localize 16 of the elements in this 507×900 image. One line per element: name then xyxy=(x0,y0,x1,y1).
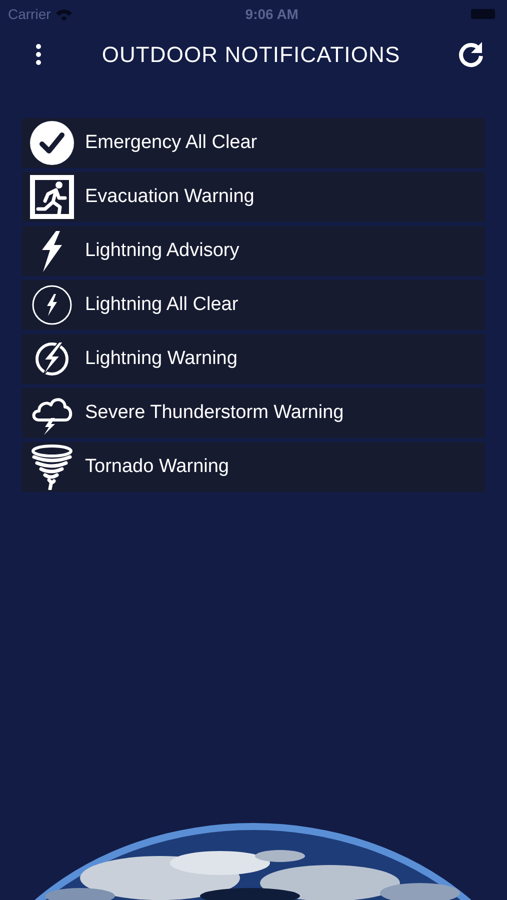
notification-item[interactable]: Lightning Advisory xyxy=(22,226,485,276)
status-time: 9:06 AM xyxy=(245,4,298,24)
wifi-icon xyxy=(54,8,73,20)
notification-item[interactable]: Lightning All Clear xyxy=(22,280,485,330)
refresh-icon[interactable] xyxy=(456,40,485,68)
battery-icon xyxy=(470,9,495,19)
notification-item[interactable]: Evacuation Warning xyxy=(22,172,485,222)
running-person-icon xyxy=(29,174,75,220)
notification-item[interactable]: Severe Thunderstorm Warning xyxy=(22,388,485,438)
tornado-icon xyxy=(29,444,75,490)
carrier-label: Carrier xyxy=(8,4,51,24)
notification-item[interactable]: Tornado Warning xyxy=(22,442,485,492)
check-circle-icon xyxy=(29,120,75,166)
notification-item[interactable]: Emergency All Clear xyxy=(22,118,485,168)
page-title: OUTDOOR NOTIFICATIONS xyxy=(102,40,400,68)
notification-item[interactable]: Lightning Warning xyxy=(22,334,485,384)
